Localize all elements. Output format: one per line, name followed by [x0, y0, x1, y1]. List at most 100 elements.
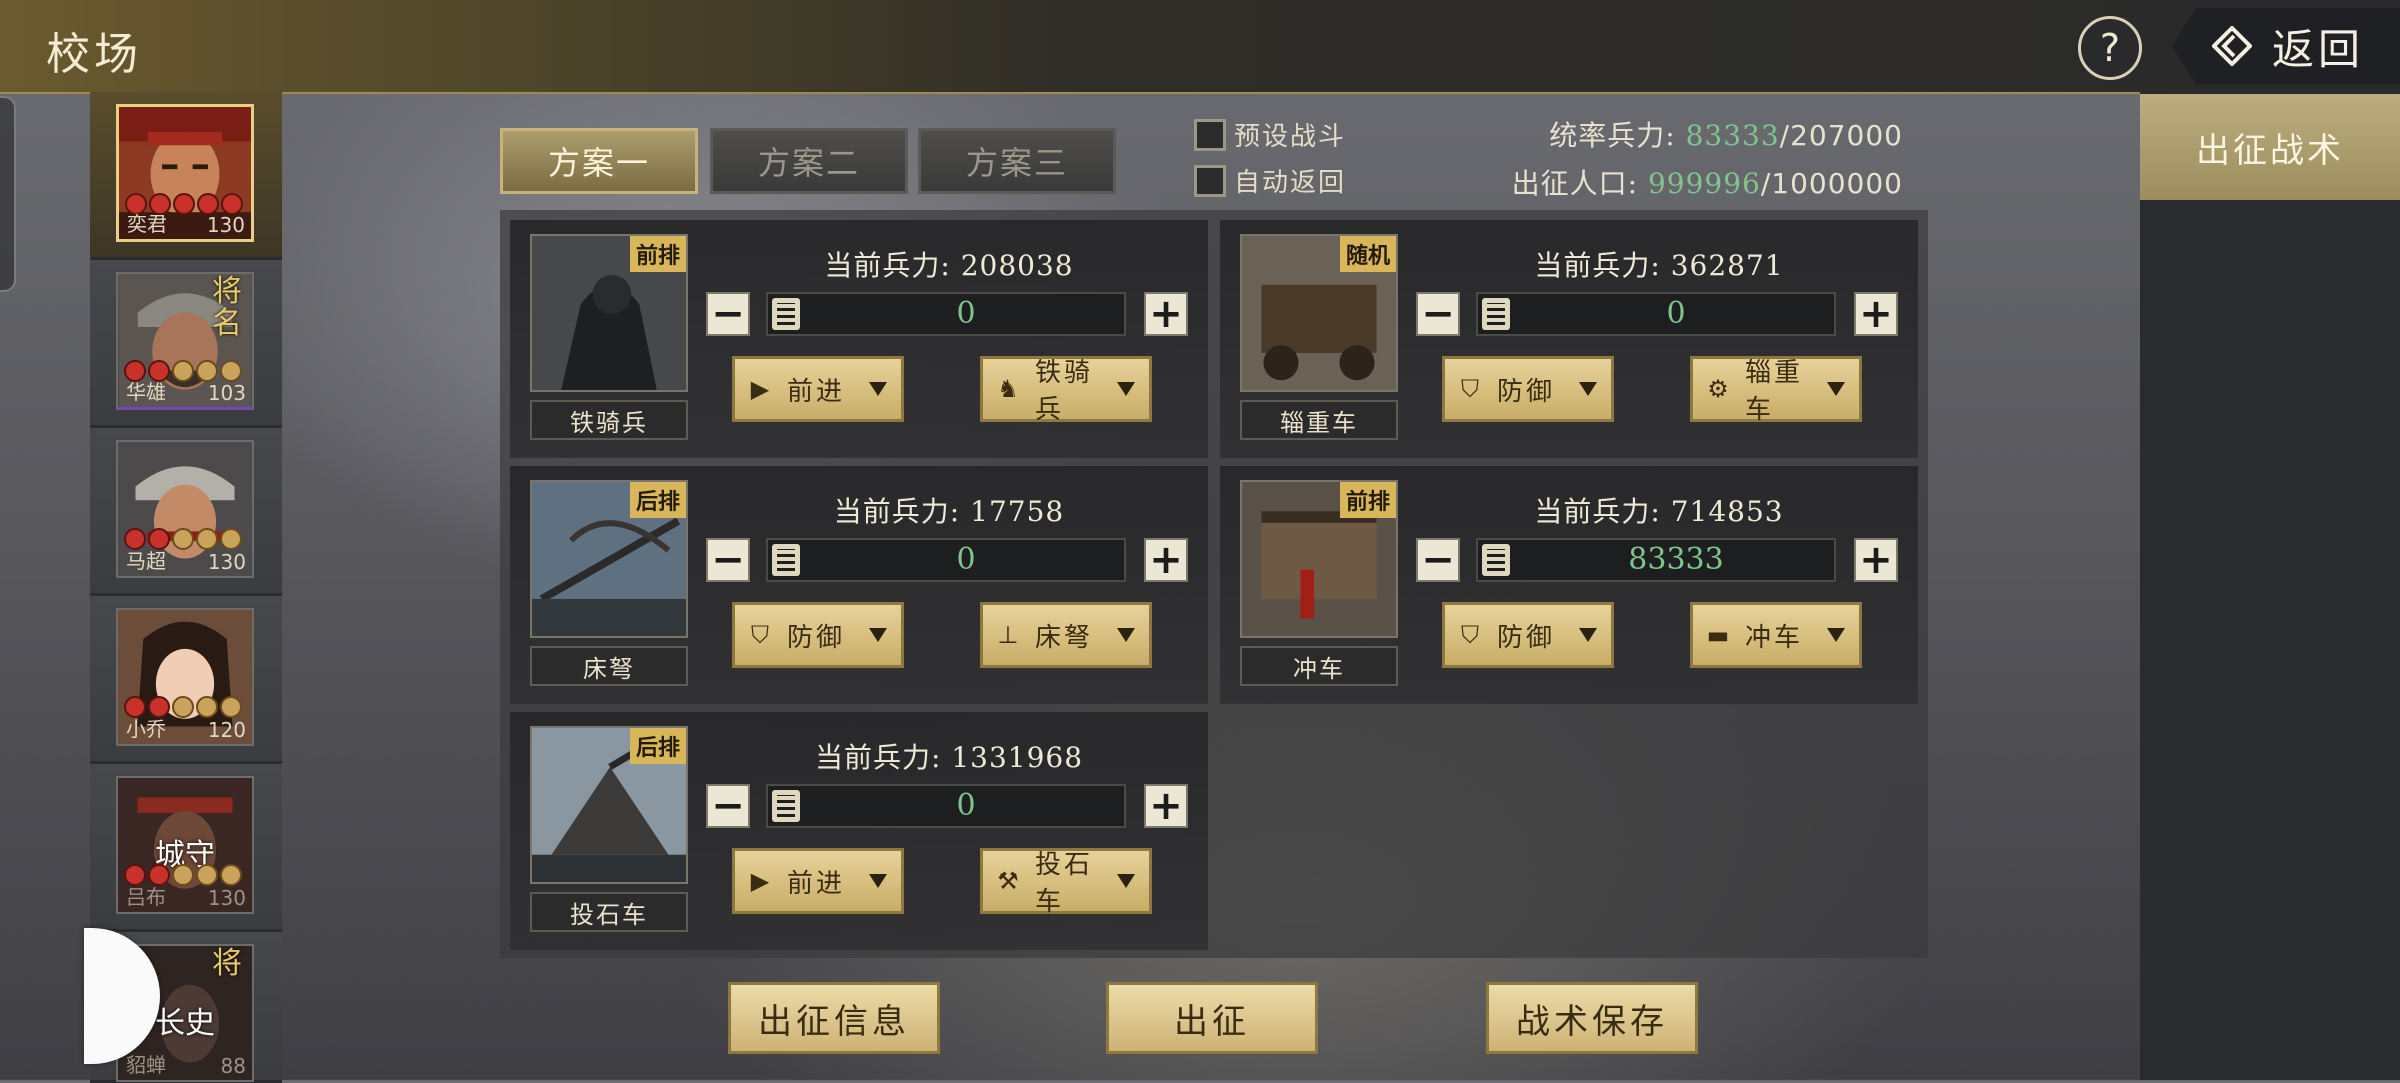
quantity-field[interactable]: 0	[766, 784, 1126, 828]
chevron-down-icon	[1117, 874, 1135, 888]
hero-corner-tag: 将	[212, 946, 242, 981]
unit-name: 床弩	[530, 646, 688, 686]
chevron-down-icon	[1579, 382, 1597, 396]
increase-button[interactable]: +	[1854, 292, 1898, 336]
calculator-icon[interactable]	[1482, 544, 1510, 576]
unit-type-dropdown[interactable]: ⚙ 辎重车	[1690, 356, 1862, 425]
chevron-down-icon	[1117, 628, 1135, 642]
auto-return-option[interactable]: 自动返回	[1194, 162, 1346, 199]
action-label: 前进	[787, 376, 846, 407]
population-label: 出征人口:	[1511, 167, 1639, 200]
unit-name: 辎重车	[1240, 400, 1398, 440]
unit-troops-value: 362871	[1670, 249, 1784, 282]
unit-position-tag: 随机	[1339, 236, 1396, 272]
unit-troops-label: 当前兵力:	[814, 741, 942, 774]
action-dropdown[interactable]: ▶ 前进	[732, 848, 904, 914]
unit-name: 投石车	[530, 892, 688, 932]
preset-battle-checkbox[interactable]	[1194, 118, 1226, 151]
calculator-icon[interactable]	[772, 544, 800, 576]
tab-plan-3[interactable]: 方案三	[918, 128, 1116, 194]
decrease-button[interactable]: −	[1416, 292, 1460, 336]
hero-name: 貂蝉	[126, 1053, 166, 1077]
unit-type-dropdown[interactable]: ⊥ 床弩	[980, 602, 1152, 668]
action-dropdown[interactable]: ▶ 前进	[732, 356, 904, 422]
action-label: 前进	[787, 868, 846, 899]
hero-name: 马超	[126, 549, 166, 573]
unit-type-dropdown[interactable]: ▬ 冲车	[1690, 602, 1862, 668]
decrease-button[interactable]: −	[706, 292, 750, 336]
unit-type-dropdown[interactable]: ♞ 铁骑兵	[980, 356, 1152, 425]
unit-position-tag: 前排	[1339, 482, 1396, 518]
unit-type-label: 铁骑兵	[1035, 358, 1094, 425]
decrease-button[interactable]: −	[706, 784, 750, 828]
hero-portrait: 城守 吕布 130	[116, 776, 254, 914]
action-dropdown[interactable]: ⛉ 防御	[1442, 602, 1614, 668]
side-drawer-handle[interactable]	[0, 96, 16, 292]
calculator-icon[interactable]	[1482, 298, 1510, 330]
unit-type-label: 床弩	[1035, 622, 1094, 653]
help-button[interactable]: ?	[2078, 16, 2142, 80]
unit-troops: 当前兵力: 714853	[1410, 490, 1908, 530]
increase-button[interactable]: +	[1144, 784, 1188, 828]
increase-button[interactable]: +	[1144, 538, 1188, 582]
unit-position-tag: 前排	[629, 236, 686, 272]
ballista-icon: ⊥	[997, 621, 1019, 649]
action-label: 防御	[1497, 622, 1556, 653]
decrease-button[interactable]: −	[1416, 538, 1460, 582]
hero-item[interactable]: 马超 130	[90, 428, 282, 596]
hero-name: 吕布	[126, 885, 166, 909]
unit-image: 前排	[1240, 480, 1398, 638]
quantity-field[interactable]: 83333	[1476, 538, 1836, 582]
quantity-field[interactable]: 0	[766, 292, 1126, 336]
hero-portrait: 小乔 120	[116, 608, 254, 746]
unit-image: 随机	[1240, 234, 1398, 392]
hero-portrait: 将名 华雄 103	[116, 272, 254, 410]
preset-battle-option[interactable]: 预设战斗	[1194, 116, 1346, 153]
hero-list[interactable]: 奕君 130 将名 华雄 103 马超 130 小乔 120 城守 吕布 130…	[90, 92, 282, 1083]
unit-name: 铁骑兵	[530, 400, 688, 440]
hero-level: 103	[207, 381, 246, 405]
catapult-icon: ⚒	[997, 867, 1019, 895]
tab-plan-1[interactable]: 方案一	[500, 128, 698, 194]
action-label: 防御	[1497, 376, 1556, 407]
unit-image: 后排	[530, 480, 688, 638]
shield-icon: ⛉	[751, 621, 769, 649]
quantity-field[interactable]: 0	[1476, 292, 1836, 336]
decrease-button[interactable]: −	[706, 538, 750, 582]
quantity-value: 0	[956, 296, 976, 331]
page-title: 校场	[46, 29, 142, 80]
tab-plan-2[interactable]: 方案二	[710, 128, 908, 194]
population-max: /1000000	[1760, 167, 1903, 200]
hero-item[interactable]: 将名 华雄 103	[90, 260, 282, 428]
unit-card: 随机 辎重车 当前兵力: 362871 − 0 + ⛉ 防御 ⚙ 辎重车	[1220, 220, 1918, 458]
command-max: /207000	[1779, 119, 1903, 152]
chevron-down-icon	[1827, 628, 1845, 642]
unit-troops: 当前兵力: 208038	[700, 244, 1198, 284]
auto-return-checkbox[interactable]	[1194, 164, 1226, 197]
population-stat: 出征人口: 999996/1000000	[1512, 162, 1903, 202]
wheel-icon: ⚙	[1707, 375, 1729, 403]
auto-return-label: 自动返回	[1234, 168, 1347, 198]
action-dropdown[interactable]: ⛉ 防御	[732, 602, 904, 668]
unit-type-label: 冲车	[1745, 622, 1804, 653]
shield-icon: ⛉	[1461, 375, 1479, 403]
calculator-icon[interactable]	[772, 790, 800, 822]
back-button[interactable]: 返回	[2172, 8, 2400, 84]
action-dropdown[interactable]: ⛉ 防御	[1442, 356, 1614, 422]
increase-button[interactable]: +	[1144, 292, 1188, 336]
hero-item[interactable]: 小乔 120	[90, 596, 282, 764]
tactic-button[interactable]: 出征战术	[2140, 94, 2400, 200]
quantity-field[interactable]: 0	[766, 538, 1126, 582]
hero-level: 120	[207, 718, 246, 742]
quantity-value: 0	[956, 788, 976, 823]
unit-card: 前排 冲车 当前兵力: 714853 − 83333 + ⛉ 防御 ▬ 冲车	[1220, 466, 1918, 704]
increase-button[interactable]: +	[1854, 538, 1898, 582]
calculator-icon[interactable]	[772, 298, 800, 330]
save-tactic-button[interactable]: 战术保存	[1486, 982, 1698, 1054]
hero-item[interactable]: 城守 吕布 130	[90, 764, 282, 932]
expedition-info-button[interactable]: 出征信息	[728, 982, 940, 1054]
chevron-down-icon	[869, 874, 887, 888]
hero-item[interactable]: 奕君 130	[90, 92, 282, 260]
unit-type-dropdown[interactable]: ⚒ 投石车	[980, 848, 1152, 917]
march-button[interactable]: 出征	[1106, 982, 1318, 1054]
